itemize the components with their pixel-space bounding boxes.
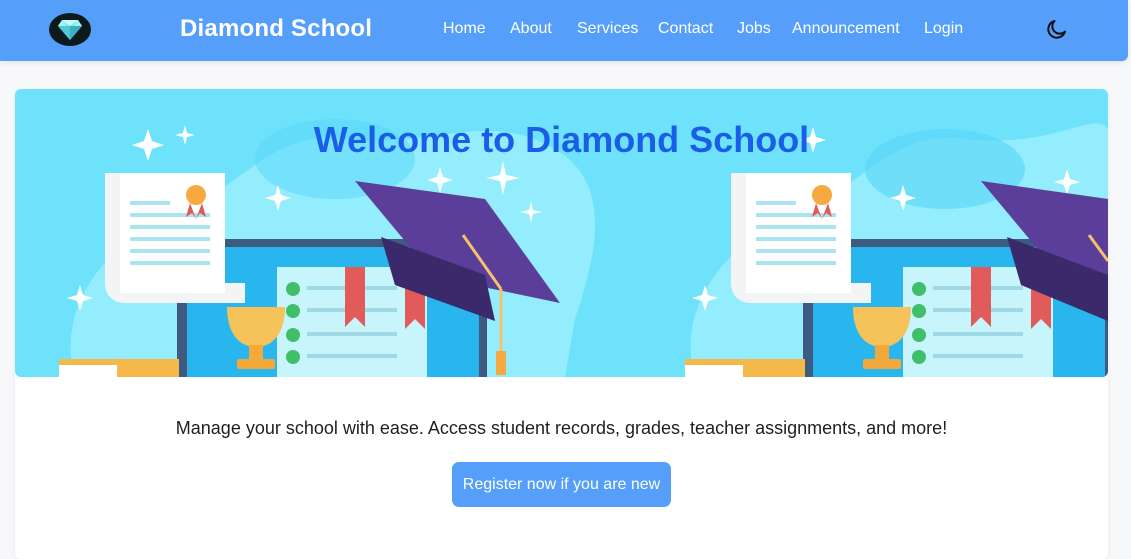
nav-link-home[interactable]: Home <box>443 20 486 38</box>
nav-link-contact[interactable]: Contact <box>658 20 713 38</box>
tagline-text: Manage your school with ease. Access stu… <box>175 418 948 438</box>
moon-icon[interactable] <box>1045 17 1069 41</box>
nav-link-services[interactable]: Services <box>577 20 638 38</box>
brand-name[interactable]: Diamond School <box>180 15 372 43</box>
nav-link-announcement[interactable]: Announcement <box>792 20 900 38</box>
register-button[interactable]: Register now if you are new <box>452 462 671 507</box>
nav-link-jobs[interactable]: Jobs <box>737 20 771 38</box>
nav-link-login[interactable]: Login <box>924 20 963 38</box>
top-navbar: Diamond School Home About Services Conta… <box>0 0 1128 61</box>
diamond-logo-icon[interactable] <box>49 13 91 46</box>
hero-banner: Welcome to Diamond School <box>15 89 1108 377</box>
hero-title: Welcome to Diamond School <box>313 119 810 160</box>
nav-link-about[interactable]: About <box>510 20 552 38</box>
